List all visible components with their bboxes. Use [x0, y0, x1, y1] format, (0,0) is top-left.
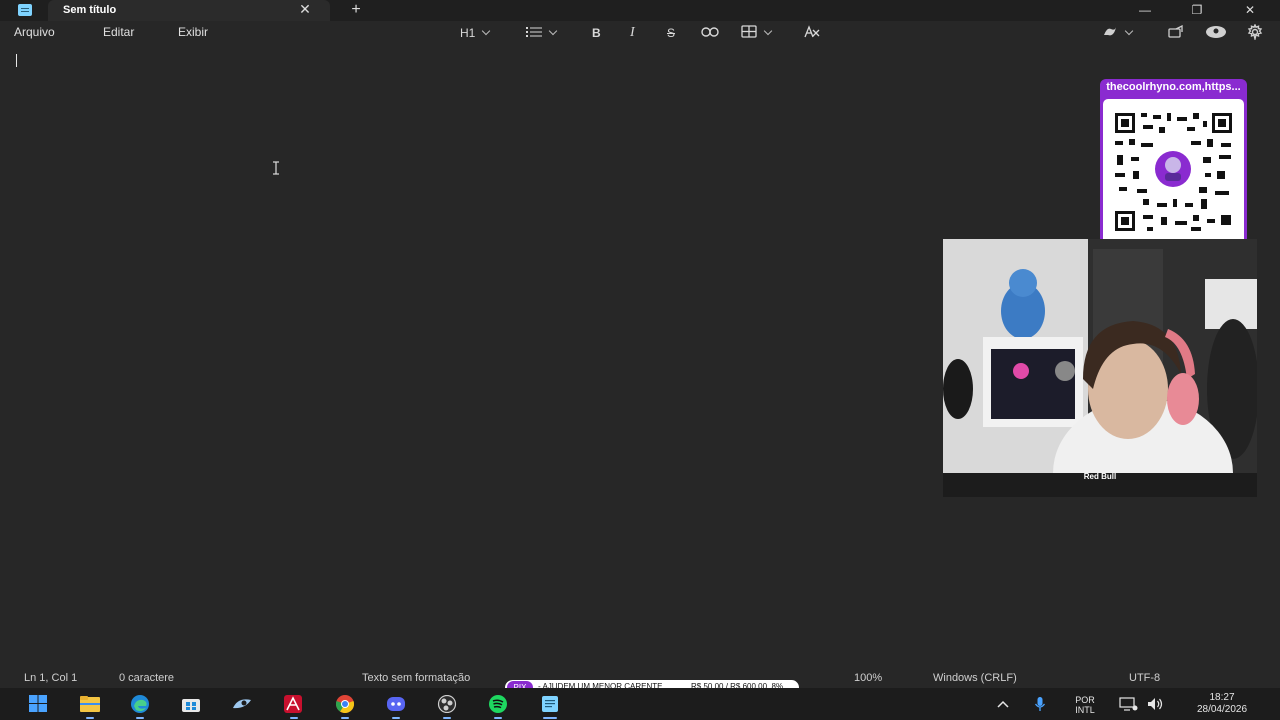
- edge-icon[interactable]: [130, 695, 150, 713]
- file-explorer-icon[interactable]: [80, 695, 100, 713]
- copilot-icon: [1104, 27, 1116, 36]
- cursor-position: Ln 1, Col 1: [24, 672, 78, 684]
- obs-icon[interactable]: [437, 695, 457, 713]
- running-indicator: [341, 717, 349, 719]
- link-icon: [701, 27, 719, 37]
- chrome-icon[interactable]: [335, 695, 355, 713]
- list-dropdown[interactable]: [526, 24, 558, 42]
- table-dropdown[interactable]: [741, 24, 773, 42]
- strikethrough-button[interactable]: S: [667, 24, 675, 42]
- new-tab-button[interactable]: +: [347, 1, 365, 19]
- account-button[interactable]: [1205, 24, 1227, 42]
- copilot-dropdown[interactable]: [1102, 24, 1134, 42]
- notepad-icon[interactable]: [540, 695, 560, 713]
- minimize-button[interactable]: —: [1125, 0, 1165, 21]
- heading-dropdown[interactable]: H1: [460, 24, 491, 42]
- share-icon: [1168, 24, 1183, 38]
- encoding[interactable]: UTF-8: [1129, 672, 1160, 684]
- steam-icon[interactable]: [232, 695, 252, 713]
- format-mode[interactable]: Texto sem formatação: [362, 672, 470, 684]
- tab-title: Sem título: [63, 4, 117, 16]
- close-tab-icon[interactable]: ✕: [298, 1, 312, 19]
- menu-exibir[interactable]: Exibir: [178, 25, 208, 39]
- notepad-app-icon: [18, 4, 32, 16]
- settings-button[interactable]: [1247, 23, 1263, 42]
- language-code: POR: [1075, 695, 1095, 705]
- tab-untitled[interactable]: Sem título ✕: [48, 0, 330, 21]
- windows-icon[interactable]: [28, 695, 48, 713]
- store-icon[interactable]: [181, 695, 201, 713]
- running-indicator: [86, 717, 94, 719]
- chevron-down-icon: [1124, 26, 1134, 36]
- network-icon[interactable]: [1118, 697, 1138, 711]
- chevron-down-icon: [548, 26, 558, 36]
- heading-label: H1: [460, 26, 476, 40]
- discord-icon[interactable]: [386, 695, 406, 713]
- volume-icon[interactable]: [1147, 697, 1165, 711]
- clear-formatting-icon: [804, 25, 820, 38]
- menu-arquivo[interactable]: Arquivo: [14, 25, 55, 39]
- qr-code-overlay: thecoolrhyno.com,https...: [1100, 79, 1247, 249]
- chevron-down-icon: [763, 26, 773, 36]
- italic-button[interactable]: I: [630, 24, 635, 42]
- menu-bar: Arquivo Editar Exibir H1 B I S: [0, 21, 1280, 44]
- link-button[interactable]: [701, 24, 719, 42]
- zoom-level[interactable]: 100%: [854, 672, 882, 684]
- clock-date: 28/04/2026: [1196, 704, 1248, 715]
- qr-code: [1103, 99, 1244, 245]
- ibeam-cursor-icon: [273, 161, 279, 175]
- chevron-down-icon: [482, 26, 491, 36]
- running-indicator: [494, 717, 502, 719]
- character-count: 0 caractere: [119, 672, 175, 684]
- webcam-image: [943, 239, 1257, 497]
- avatar-icon: [1206, 26, 1226, 38]
- title-bar: Sem título ✕ + — ❐ ✕: [0, 0, 1280, 21]
- qr-label: thecoolrhyno.com,https...: [1106, 81, 1241, 93]
- line-ending[interactable]: Windows (CRLF): [933, 672, 1017, 684]
- taskbar: POR INTL: [0, 688, 1280, 720]
- system-clock[interactable]: 18:27 28/04/2026: [1180, 692, 1264, 716]
- chevron-up-icon[interactable]: [996, 699, 1010, 709]
- running-indicator: [136, 717, 144, 719]
- webcam-overlay: Red Bull: [943, 239, 1257, 497]
- microphone-icon[interactable]: [1034, 696, 1046, 712]
- input-language[interactable]: POR INTL: [1068, 695, 1102, 715]
- running-indicator: [290, 717, 298, 719]
- menu-editar[interactable]: Editar: [103, 25, 134, 39]
- text-caret: [16, 54, 17, 67]
- running-indicator: [443, 717, 451, 719]
- clear-formatting-button[interactable]: [803, 24, 821, 42]
- running-indicator: [392, 717, 400, 719]
- restore-button[interactable]: ❐: [1177, 0, 1217, 21]
- close-window-button[interactable]: ✕: [1230, 0, 1270, 21]
- acrobat-icon[interactable]: [283, 695, 303, 713]
- table-icon: [741, 25, 757, 38]
- qr-code-icon: [1115, 113, 1232, 231]
- bold-button[interactable]: B: [592, 24, 601, 42]
- list-icon: [526, 27, 542, 37]
- spotify-icon[interactable]: [488, 695, 508, 713]
- webcam-brand-label: Red Bull: [1083, 472, 1117, 481]
- share-button[interactable]: [1168, 24, 1184, 42]
- gear-icon: [1247, 23, 1263, 42]
- active-app-indicator: [543, 717, 557, 719]
- keyboard-layout: INTL: [1075, 705, 1095, 715]
- clock-time: 18:27: [1209, 692, 1235, 703]
